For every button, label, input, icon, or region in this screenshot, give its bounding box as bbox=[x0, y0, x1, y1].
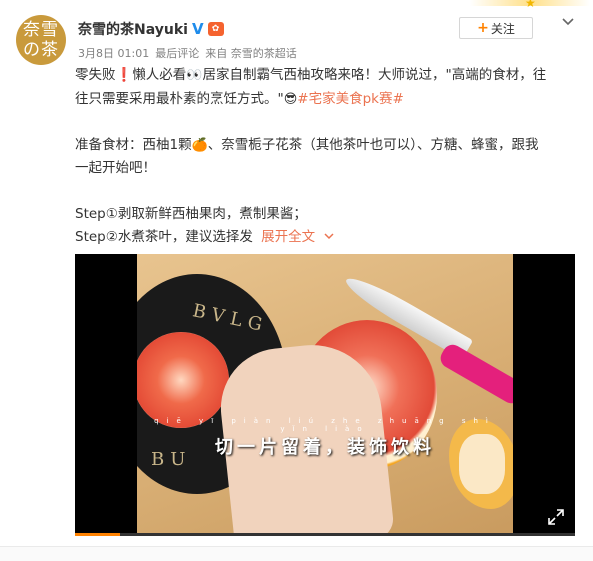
orange-emoji-icon: 🍊 bbox=[191, 138, 208, 153]
content-text: 准备食材：西柚1颗 bbox=[75, 137, 192, 153]
content-text: 零失败 bbox=[75, 67, 116, 83]
video-frame: BVLG BU bbox=[137, 254, 513, 536]
content-text: 居家自制霸气西柚攻略来咯！大师说过，"高端的食材，往 bbox=[202, 67, 547, 83]
star-icon: ★ bbox=[525, 0, 536, 10]
avatar[interactable]: 奈雪 の茶 bbox=[16, 15, 66, 65]
video-progress-bar[interactable] bbox=[75, 533, 575, 536]
eyes-emoji-icon: 👀 bbox=[186, 68, 203, 83]
video-subtitle: 切一片留着，装饰饮料 bbox=[215, 437, 435, 458]
sunglasses-emoji-icon: 😎 bbox=[283, 92, 298, 107]
more-options-chevron-down-icon[interactable] bbox=[561, 14, 575, 32]
content-step2: Step②水煮茶叶，建议选择发 bbox=[75, 229, 253, 245]
video-progress-fill bbox=[75, 533, 120, 536]
post-meta: 3月8日 01:01 最后评论 来自 奈雪的茶超话 bbox=[78, 45, 297, 61]
vip-badge-icon: ✿ bbox=[207, 22, 224, 36]
content-text: 往只需要采用最朴素的烹饪方式。" bbox=[75, 91, 284, 107]
avatar-text-line1: 奈雪 bbox=[23, 20, 59, 40]
username-link[interactable]: 奈雪的茶Nayuki bbox=[78, 19, 188, 39]
bottom-action-bar bbox=[0, 546, 593, 561]
avatar-text-line2: の茶 bbox=[23, 40, 59, 60]
follow-button[interactable]: + 关注 bbox=[459, 17, 533, 39]
expand-full-text-link[interactable]: 展开全文 bbox=[261, 229, 335, 245]
chevron-down-icon bbox=[324, 233, 334, 240]
post-edited-label: 最后评论 bbox=[155, 47, 200, 60]
content-line-2: 往只需要采用最朴素的烹饪方式。"😎#宅家美食pk赛# bbox=[75, 88, 404, 111]
grapefruit-slice-image bbox=[137, 332, 229, 428]
fullscreen-icon[interactable] bbox=[547, 508, 565, 526]
follow-label: 关注 bbox=[490, 21, 515, 36]
content-line-3: 准备食材：西柚1颗🍊、奈雪栀子花茶（其他茶叶也可以）、方糖、蜂蜜，跟我 bbox=[75, 134, 539, 157]
video-player[interactable]: BVLG BU qiē yī piàn liú zhe zhuāng shì y… bbox=[75, 254, 575, 536]
video-pinyin: qiē yī piàn liú zhe zhuāng shì yǐn liào bbox=[154, 417, 496, 433]
hashtag-link[interactable]: #宅家美食pk赛# bbox=[297, 91, 404, 107]
content-step1: Step①剥取新鲜西柚果肉，煮制果酱； bbox=[75, 206, 307, 222]
content-text: 、奈雪栀子花茶（其他茶叶也可以）、方糖、蜂蜜，跟我 bbox=[207, 137, 539, 153]
plus-icon: + bbox=[477, 20, 489, 36]
content-step2-row: Step②水煮茶叶，建议选择发 展开全文 bbox=[75, 226, 335, 248]
exclamation-icon: ❗ bbox=[115, 67, 133, 83]
post-date[interactable]: 3月8日 01:01 bbox=[78, 45, 149, 61]
content-line-1: 零失败❗懒人必看👀居家自制霸气西柚攻略来咯！大师说过，"高端的食材，往 bbox=[75, 64, 546, 87]
content-line-4: 一起开始吧！ bbox=[75, 160, 156, 176]
expand-label: 展开全文 bbox=[261, 229, 316, 245]
verified-icon: V bbox=[191, 20, 204, 38]
username-row: 奈雪的茶Nayuki V ✿ bbox=[78, 19, 224, 39]
knife-handle-image bbox=[437, 341, 513, 407]
content-text: 懒人必看 bbox=[132, 67, 187, 83]
post-source[interactable]: 来自 奈雪的茶超话 bbox=[205, 45, 297, 61]
video-subtitle-wrap: qiē yī piàn liú zhe zhuāng shì yǐn liào … bbox=[137, 417, 513, 459]
